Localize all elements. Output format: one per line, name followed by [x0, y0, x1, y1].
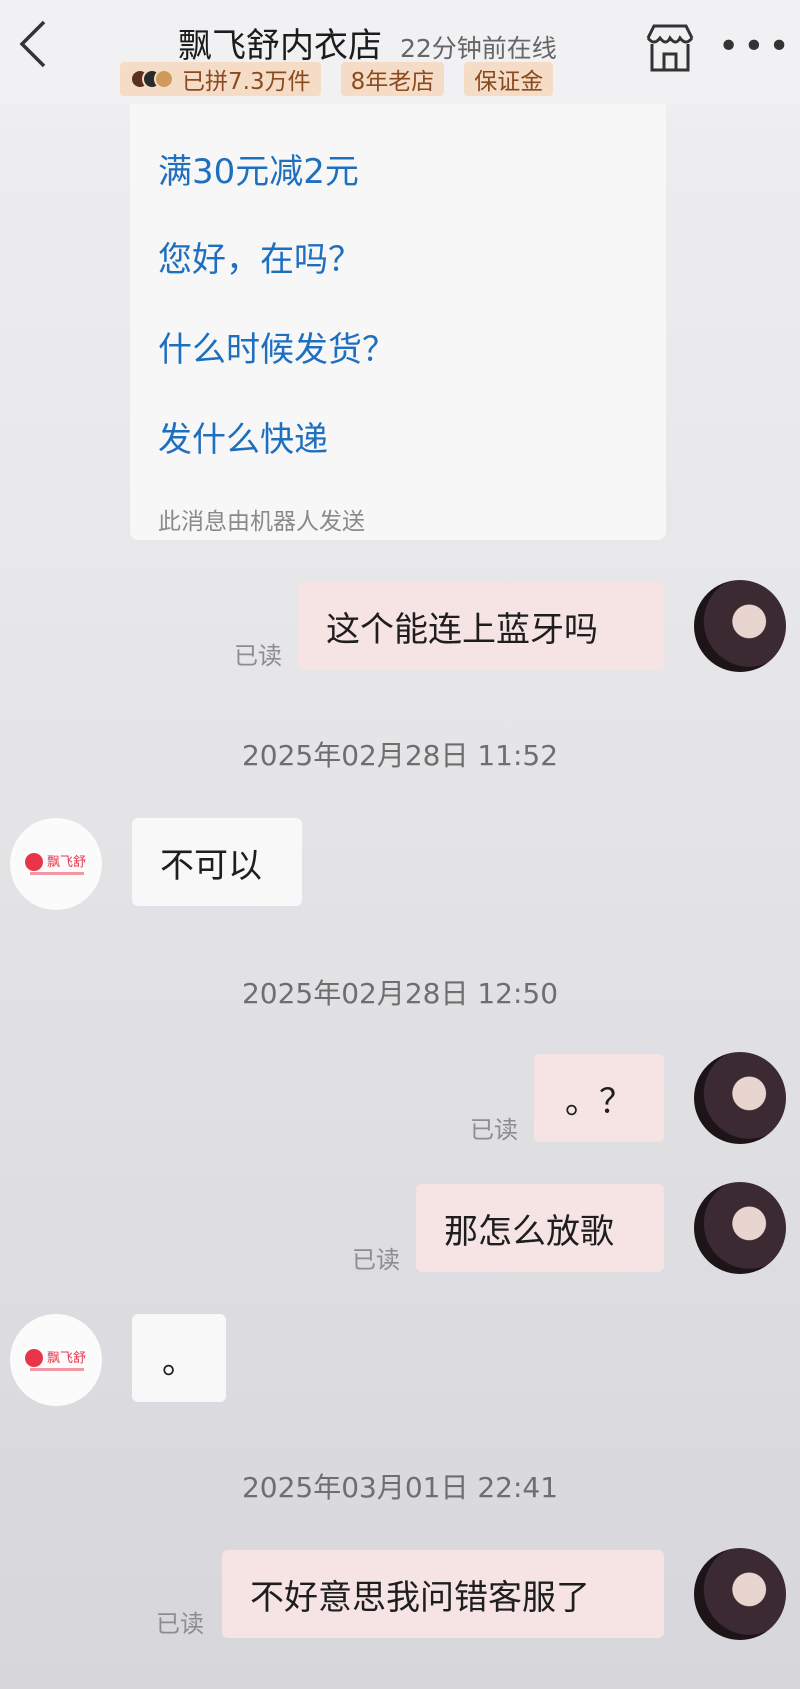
- read-status: 已读: [470, 1116, 518, 1144]
- message-bubble-shop[interactable]: 。: [132, 1314, 226, 1402]
- store-icon: [646, 24, 694, 72]
- user-avatar[interactable]: [694, 1052, 786, 1144]
- chevron-left-icon: [19, 20, 46, 68]
- robot-note: 此消息由机器人发送: [158, 509, 365, 535]
- shop-logo-icon: 飘飞舒: [25, 853, 86, 875]
- user-avatar[interactable]: [694, 1548, 786, 1640]
- quick-question-3[interactable]: 什么时候发货？: [158, 322, 396, 371]
- read-status: 已读: [352, 1246, 400, 1274]
- quick-question-4[interactable]: 发什么快递: [158, 412, 328, 461]
- online-status: 22分钟前在线: [400, 34, 557, 63]
- title-row: 飘飞舒内衣店 22分钟前在线: [178, 18, 557, 67]
- read-status: 已读: [156, 1610, 204, 1638]
- shop-age-badge: 8年老店: [340, 62, 445, 96]
- timestamp: 2025年02月28日 11:52: [241, 739, 559, 772]
- chat-header: 飘飞舒内衣店 22分钟前在线 已拼7.3万件 8年老店 保证金 •••: [0, 0, 800, 104]
- robot-quick-question-card: 满30元减2元 您好，在吗？ 什么时候发货？ 发什么快递 此消息由机器人发送: [130, 104, 666, 540]
- shop-name[interactable]: 飘飞舒内衣店: [178, 18, 382, 67]
- message-bubble-shop[interactable]: 不可以: [132, 818, 302, 906]
- message-bubble-mine[interactable]: 不好意思我问错客服了: [222, 1550, 664, 1638]
- message-bubble-mine[interactable]: 。？: [534, 1054, 664, 1142]
- shop-logo-icon: 飘飞舒: [25, 1349, 86, 1371]
- message-bubble-mine[interactable]: 那怎么放歌: [416, 1184, 664, 1272]
- deposit-badge: 保证金: [464, 62, 554, 96]
- quick-question-2[interactable]: 您好，在吗？: [158, 232, 362, 281]
- more-dots-icon[interactable]: •••: [718, 22, 790, 72]
- shop-badges: 已拼7.3万件 8年老店 保证金: [120, 62, 554, 96]
- read-status: 已读: [234, 642, 282, 670]
- quick-question-1[interactable]: 满30元减2元: [158, 144, 359, 193]
- buyer-avatars-icon: [130, 69, 174, 89]
- svg-text:飘飞舒: 飘飞舒: [47, 855, 86, 870]
- svg-text:飘飞舒: 飘飞舒: [47, 1351, 86, 1366]
- user-avatar[interactable]: [694, 580, 786, 672]
- shop-avatar[interactable]: 飘飞舒: [10, 1314, 102, 1406]
- sold-count-badge: 已拼7.3万件: [120, 62, 321, 96]
- shop-avatar[interactable]: 飘飞舒: [10, 818, 102, 910]
- store-button[interactable]: [642, 20, 698, 76]
- sold-count-label: 已拼7.3万件: [182, 69, 311, 95]
- message-bubble-mine[interactable]: 这个能连上蓝牙吗: [298, 582, 664, 670]
- timestamp: 2025年02月28日 12:50: [241, 977, 559, 1010]
- user-avatar[interactable]: [694, 1182, 786, 1274]
- timestamp: 2025年03月01日 22:41: [241, 1471, 559, 1504]
- back-button[interactable]: [10, 16, 56, 72]
